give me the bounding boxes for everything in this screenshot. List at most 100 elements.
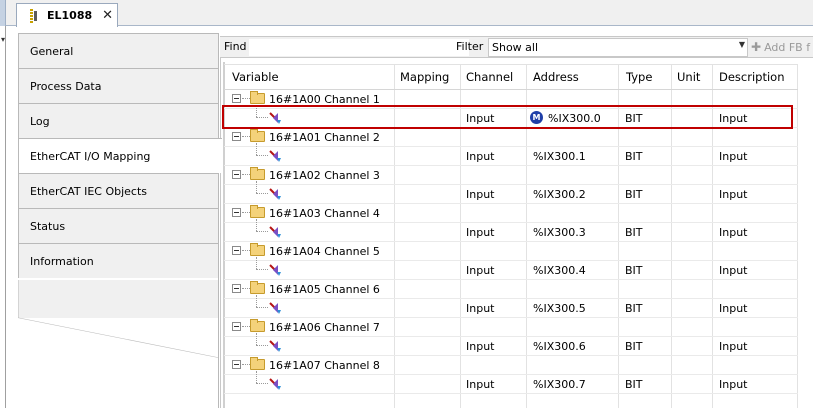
description-cell[interactable]: Input [719,302,747,315]
input-variable-icon [269,150,281,162]
description-cell[interactable]: Input [719,150,747,163]
description-cell[interactable]: Input [719,188,747,201]
nav-item-ethercat-iec-objects[interactable]: EtherCAT IEC Objects [18,173,219,208]
collapse-icon[interactable] [232,94,241,103]
folder-icon [250,357,265,370]
variable-row[interactable]: Input %IX300.3 BIT Input [224,219,798,242]
address-cell: %IX300.7 [533,378,586,391]
input-variable-icon [269,188,281,200]
device-editor-nav: General Process Data Log EtherCAT I/O Ma… [18,33,222,408]
type-cell: BIT [625,302,643,315]
nav-item-general[interactable]: General [18,33,219,68]
nav-item-label: Process Data [30,79,102,93]
group-name: 16#1A07 Channel 8 [269,359,380,372]
tree-line [242,250,250,251]
channel-cell[interactable]: Input [466,226,494,239]
folder-icon [250,205,265,218]
nav-item-label: General [30,44,74,58]
nav-item-ethercat-io-mapping[interactable]: EtherCAT I/O Mapping [18,138,222,173]
tree-line [256,269,268,270]
nav-item-label: EtherCAT IEC Objects [30,184,148,198]
input-variable-icon [269,226,281,238]
column-header-channel[interactable]: Channel [466,70,513,84]
tree-line [242,364,250,365]
variable-row[interactable]: Input %IX300.4 BIT Input [224,257,798,280]
description-cell[interactable]: Input [719,340,747,353]
column-header-address[interactable]: Address [533,70,579,84]
filter-value: Show all [492,41,539,54]
description-cell[interactable]: Input [719,264,747,277]
collapse-icon[interactable] [232,246,241,255]
variable-row[interactable]: Input %IX300.6 BIT Input [224,333,798,356]
channel-cell[interactable]: Input [466,302,494,315]
column-header-description[interactable]: Description [719,70,785,84]
group-row[interactable]: 16#1A02 Channel 3 [224,166,798,185]
group-name: 16#1A01 Channel 2 [269,131,380,144]
description-cell[interactable]: Input [719,226,747,239]
nav-item-status[interactable]: Status [18,208,219,243]
channel-cell[interactable]: Input [466,150,494,163]
variable-row[interactable]: Input %IX300.1 BIT Input [224,143,798,166]
group-row[interactable]: 16#1A04 Channel 5 [224,242,798,261]
group-row[interactable]: 16#1A07 Channel 8 [224,356,798,375]
editor-tab-strip: EL1088 ✕ [0,0,813,27]
filter-select[interactable]: Show all ▼ [488,38,748,57]
channel-cell[interactable]: Input [466,340,494,353]
group-row[interactable]: 16#1A06 Channel 7 [224,318,798,337]
input-variable-icon [269,264,281,276]
tree-line [256,155,268,156]
selection-highlight [222,105,793,129]
channel-cell[interactable]: Input [466,378,494,391]
column-header-type[interactable]: Type [626,70,652,84]
tree-line [256,333,257,345]
tab-title: EL1088 [47,9,93,22]
collapse-icon[interactable] [232,132,241,141]
tree-line [242,288,250,289]
nav-item-label: Status [30,219,66,233]
tree-line [256,257,257,269]
nav-item-label: Log [30,114,50,128]
find-filter-bar: Find Filter Show all ▼ ✚ Add FB f [220,36,813,58]
variable-row[interactable]: Input %IX300.7 BIT Input [224,371,798,394]
tab-strip-edge [0,0,6,26]
add-fb-button[interactable]: ✚ Add FB f [751,40,810,54]
group-row[interactable]: 16#1A03 Channel 4 [224,204,798,223]
folder-icon [250,129,265,142]
folder-icon [250,319,265,332]
tree-line [256,345,268,346]
nav-item-information[interactable]: Information [18,243,219,278]
collapse-icon[interactable] [232,284,241,293]
chevron-down-icon[interactable]: ▾ [1,35,5,44]
column-header-variable[interactable]: Variable [232,70,279,84]
type-cell: BIT [625,378,643,391]
nav-item-process-data[interactable]: Process Data [18,68,219,103]
collapse-icon[interactable] [232,322,241,331]
collapse-icon[interactable] [232,170,241,179]
group-row[interactable]: 16#1A01 Channel 2 [224,128,798,147]
variable-row[interactable]: Input %IX300.2 BIT Input [224,181,798,204]
nav-item-log[interactable]: Log [18,103,219,138]
channel-cell[interactable]: Input [466,264,494,277]
tree-line [256,143,257,155]
channel-cell[interactable]: Input [466,188,494,201]
group-name: 16#1A05 Channel 6 [269,283,380,296]
address-cell: %IX300.6 [533,340,586,353]
variable-row[interactable]: Input %IX300.5 BIT Input [224,295,798,318]
description-cell[interactable]: Input [719,378,747,391]
column-header-mapping[interactable]: Mapping [400,70,449,84]
close-icon[interactable]: ✕ [102,9,113,22]
group-name: 16#1A02 Channel 3 [269,169,380,182]
type-cell: BIT [625,188,643,201]
collapse-icon[interactable] [232,360,241,369]
plus-icon: ✚ [751,40,762,54]
column-header-unit[interactable]: Unit [677,70,700,84]
group-row[interactable]: 16#1A05 Channel 6 [224,280,798,299]
type-cell: BIT [625,226,643,239]
tree-line [242,174,250,175]
input-variable-icon [269,378,281,390]
address-cell: %IX300.3 [533,226,586,239]
tab-el1088[interactable]: EL1088 ✕ [16,3,118,27]
folder-icon [250,281,265,294]
find-input[interactable] [249,39,469,56]
collapse-icon[interactable] [232,208,241,217]
